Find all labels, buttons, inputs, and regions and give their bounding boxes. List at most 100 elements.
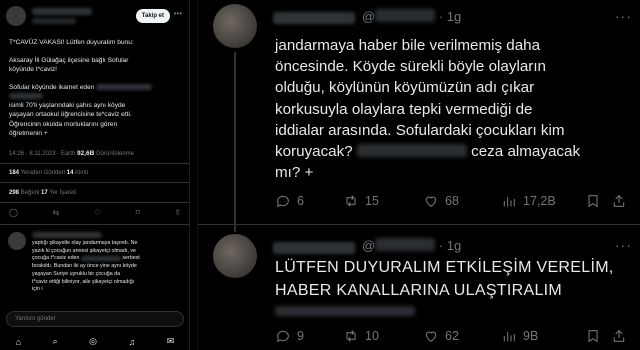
avatar[interactable] xyxy=(213,4,257,48)
tweet-text: jandarmaya haber bile verilmemiş daha ön… xyxy=(275,35,625,183)
bookmark-icon[interactable]: ⌑ xyxy=(136,208,140,220)
view-count: 92,6B xyxy=(76,150,95,157)
reply-button[interactable]: 9 xyxy=(275,328,343,344)
more-icon[interactable]: ··· xyxy=(615,8,632,24)
bookmark-label: Yer İşareti xyxy=(47,190,77,196)
author-handle: @ · 1g xyxy=(362,238,461,253)
author-name-redacted xyxy=(273,242,355,254)
reply-line: çocuğa t*caviz eden xyxy=(32,255,80,262)
bookmark-button[interactable] xyxy=(585,193,611,209)
repost-icon[interactable]: ⇆ xyxy=(53,208,60,220)
like-icon[interactable]: ♡ xyxy=(94,208,101,220)
home-icon[interactable]: ⌂ xyxy=(16,337,21,347)
heart-icon xyxy=(425,196,437,207)
post-header: Takip et ••• xyxy=(6,6,184,28)
like-label: Beğeni xyxy=(19,190,42,196)
divider xyxy=(0,163,189,164)
repost-button[interactable]: 10 xyxy=(343,328,423,344)
like-count: 68 xyxy=(445,194,459,208)
repost-icon xyxy=(346,195,356,207)
repost-count: 184 xyxy=(9,170,20,176)
like-count: 62 xyxy=(445,329,459,343)
redacted-name xyxy=(80,255,121,261)
repost-stats[interactable]: 184 Yeniden Gönderi 14 Alıntı xyxy=(9,170,88,176)
bookmark-icon xyxy=(588,330,598,343)
reply-icon xyxy=(276,330,289,343)
tweet-line: HABER KANALLARINA ULAŞTIRALIM xyxy=(275,281,563,299)
post-text-line: isimli 70'li yaşlarındaki şahıs aynı köy… xyxy=(9,102,126,110)
tweet-line: korkusuyla olaylara tepki vermediği de xyxy=(275,100,533,118)
share-icon xyxy=(613,329,625,342)
post-source: Earth xyxy=(60,151,76,157)
divider xyxy=(0,182,189,183)
like-button[interactable]: 62 xyxy=(423,328,501,344)
reply-line: yazık ki çocuğun annesi şikayetçi olmadı… xyxy=(32,247,136,254)
post-text-block: Aksaray İli Gülağaç ilçesine bağlı Soful… xyxy=(9,56,183,74)
views-icon xyxy=(503,197,515,207)
reply-text: yaptığı şikayetle olay jandarmaya taşınd… xyxy=(32,240,184,294)
divider xyxy=(0,202,189,203)
notifications-icon[interactable]: ♫ xyxy=(128,337,135,347)
redacted-name xyxy=(9,93,43,100)
post-text-line: Sofular köyünde ikamet eden xyxy=(9,84,95,91)
tweet-line: öncesinde. Köyde sürekli böyle olayların xyxy=(275,58,547,76)
tweet-line: jandarmaya haber bile verilmemiş daha xyxy=(275,37,541,54)
divider xyxy=(0,224,189,225)
tweet-line: iddialar arasında. Sofulardaki çocukları… xyxy=(275,121,565,139)
post-text-line: öğretmenin + xyxy=(9,129,48,137)
divider xyxy=(197,0,198,350)
bookmark-button[interactable] xyxy=(585,328,611,344)
tweet-text: LÜTFEN DUYURALIM ETKİLEŞİM VERELİM, HABE… xyxy=(275,257,625,302)
post-text-line: Öğrencinin okulda morluklarını gören xyxy=(9,120,118,128)
tweet-line: ceza almayacak xyxy=(471,143,581,161)
post-text-line: Aksaray İli Gülağaç ilçesine bağlı Soful… xyxy=(9,57,129,64)
grok-icon[interactable]: ◎ xyxy=(89,336,97,347)
repost-count: 15 xyxy=(365,194,379,208)
redacted-name xyxy=(96,84,153,91)
more-icon[interactable]: ••• xyxy=(174,9,182,18)
reply-input[interactable]: Yanıtını gönder xyxy=(6,311,184,327)
reply-count: 9 xyxy=(297,329,304,343)
reply-line: t*caviz ettiği biliniyor, aile şikayetçi… xyxy=(32,278,135,285)
author-name-redacted xyxy=(32,8,92,15)
tweet-line: LÜTFEN DUYURALIM ETKİLEŞİM VERELİM, xyxy=(275,259,614,276)
share-button[interactable] xyxy=(611,193,627,209)
tweet-line: mı? + xyxy=(275,164,314,182)
bookmark-icon xyxy=(588,195,598,208)
reply-line: bırakıldı. Bundan iki ay önce yine aynı … xyxy=(32,263,137,270)
messages-icon[interactable]: ✉ xyxy=(167,336,175,347)
post-text-line: Sofular köyünde ikamet eden xyxy=(9,83,183,92)
repost-button[interactable]: 15 xyxy=(343,193,423,209)
post-meta: 14:26 · 8.11.2023 · Earth 92,6B Görüntül… xyxy=(9,150,134,157)
avatar[interactable] xyxy=(213,234,257,278)
reply-line: yaptığı şikayetle olay jandarmaya taşınd… xyxy=(32,240,138,246)
avatar[interactable] xyxy=(8,232,26,250)
like-button[interactable]: 68 xyxy=(423,193,501,209)
repost-label: Yeniden Gönderi xyxy=(19,170,67,176)
more-icon[interactable]: ··· xyxy=(615,237,632,253)
divider xyxy=(198,224,640,225)
quote-label: Alıntı xyxy=(73,170,89,176)
handle-prefix: @ xyxy=(362,9,376,24)
view-count: 17,2B xyxy=(523,194,556,208)
share-icon xyxy=(613,194,625,207)
views-button[interactable]: 17,2B xyxy=(501,193,585,209)
like-stats[interactable]: 298 Beğeni 17 Yer İşareti xyxy=(9,190,76,196)
follow-button[interactable]: Takip et xyxy=(135,9,170,23)
post-text-line: köyünde t*caviz! xyxy=(9,66,58,74)
share-button[interactable] xyxy=(611,328,627,344)
post-text-block: isimli 70'li yaşlarındaki şahıs aynı köy… xyxy=(9,92,183,138)
share-icon[interactable]: ⇪ xyxy=(174,208,181,220)
avatar[interactable] xyxy=(6,6,26,26)
post-text-line: yaşayan ortaokul öğrencisine te*caviz et… xyxy=(9,111,132,119)
reply-line: için i xyxy=(32,286,43,293)
author-name-redacted xyxy=(273,12,355,24)
view-label: Görüntülenme xyxy=(94,151,135,157)
reply-button[interactable]: 6 xyxy=(275,193,343,209)
views-button[interactable]: 9B xyxy=(501,328,585,344)
like-count: 298 xyxy=(9,190,20,196)
search-icon[interactable]: ⌕ xyxy=(53,336,58,347)
reply-icon[interactable]: ◯ xyxy=(9,208,18,220)
handle-redacted xyxy=(375,9,436,22)
reply-line: serbest xyxy=(122,255,140,262)
